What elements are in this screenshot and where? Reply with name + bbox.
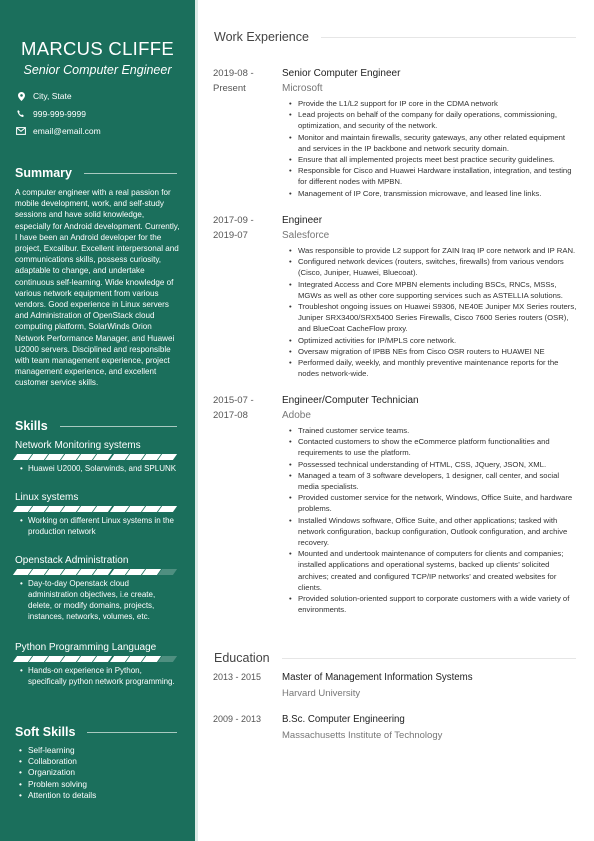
skill-bullets: Day-to-day Openstack cloud administratio… xyxy=(15,578,180,622)
heading-rule xyxy=(320,36,576,38)
education-entry: 2013 - 2015 Master of Management Informa… xyxy=(213,670,578,701)
contact-location: City, State xyxy=(15,91,72,101)
skills-heading: Skills xyxy=(15,419,177,433)
job-dates: 2017-09 - 2019-07 xyxy=(213,215,254,241)
job-bullet: Optimized activities for IP/MPLS core ne… xyxy=(289,335,578,346)
job-role: Senior Computer Engineer xyxy=(282,68,401,79)
job-dates: 2019-08 - Present xyxy=(213,68,254,94)
envelope-icon xyxy=(15,127,27,135)
job-role: Engineer xyxy=(282,215,323,226)
skill-bullet: Day-to-day Openstack cloud administratio… xyxy=(20,578,180,622)
job-bullet: Performed daily, weekly, and monthly pre… xyxy=(289,357,578,379)
skill-segment-filled xyxy=(157,454,177,460)
education-dates: 2013 - 2015 xyxy=(213,672,262,682)
job-bullet: Integrated Access and Core MPBN elements… xyxy=(289,279,578,301)
summary-text: A computer engineer with a real passion … xyxy=(15,188,180,388)
job-bullet: Managed a team of 3 software developers,… xyxy=(289,470,578,492)
job-dates: 2015-07 - 2017-08 xyxy=(213,395,254,421)
skill-segment-empty xyxy=(157,656,177,662)
skill-name: Openstack Administration xyxy=(15,555,129,566)
skill-name: Python Programming Language xyxy=(15,642,157,653)
job-entry: 2019-08 - Present Senior Computer Engine… xyxy=(213,66,578,199)
skill-segment-filled xyxy=(157,506,177,512)
soft-skill-item: Collaboration xyxy=(19,756,96,767)
email-link[interactable]: email@email.com xyxy=(33,126,101,136)
soft-skill-item: Organization xyxy=(19,767,96,778)
contact-phone: 999-999-9999 xyxy=(15,109,86,119)
skill-bullets: Working on different Linux systems in th… xyxy=(15,515,180,537)
job-bullets: Was responsible to provide L2 support fo… xyxy=(282,245,578,379)
job-bullet: Oversaw migration of IPBB NEs from Cisco… xyxy=(289,346,578,357)
location-pin-icon xyxy=(15,91,27,101)
skill-name: Linux systems xyxy=(15,492,79,503)
job-bullet: Contacted customers to show the eCommerc… xyxy=(289,436,578,458)
soft-skills-heading: Soft Skills xyxy=(15,725,177,739)
job-bullet: Provide the L1/L2 support for IP core in… xyxy=(289,98,578,109)
job-bullet: Trained customer service teams. xyxy=(289,425,578,436)
skill-bullets: Huawei U2000, Solarwinds, and SPLUNK xyxy=(15,463,180,474)
heading-rule xyxy=(83,172,177,174)
job-bullet: Monitor and maintain firewalls, security… xyxy=(289,132,578,154)
skill-item: Linux systems Working on different Linux… xyxy=(12,492,180,537)
soft-skill-item: Attention to details xyxy=(19,790,96,801)
soft-skill-item: Self-learning xyxy=(19,745,96,756)
skill-item: Python Programming Language Hands-on exp… xyxy=(12,642,180,687)
job-bullet: Mounted and undertook maintenance of com… xyxy=(289,548,578,593)
job-company: Microsoft xyxy=(282,83,323,94)
job-bullet: Troubleshot ongoing issues on Huawei S93… xyxy=(289,301,578,335)
job-bullet: Installed Windows software, Office Suite… xyxy=(289,515,578,549)
skill-level-bar xyxy=(12,569,180,575)
skill-item: Network Monitoring systems Huawei U2000,… xyxy=(12,440,180,474)
job-company: Salesforce xyxy=(282,230,330,241)
job-bullet: Lead projects on behalf of the company f… xyxy=(289,109,578,131)
job-bullet: Provided solution-oriented support to co… xyxy=(289,593,578,615)
soft-skill-item: Problem solving xyxy=(19,779,96,790)
skill-bullets: Hands-on experience in Python, specifica… xyxy=(15,665,180,687)
job-bullet: Configured network devices (routers, swi… xyxy=(289,256,578,278)
sidebar-edge xyxy=(195,0,198,841)
skill-level-bar xyxy=(12,454,180,460)
education-entry: 2009 - 2013 B.Sc. Computer Engineering M… xyxy=(213,712,578,743)
sidebar: MARCUS CLIFFE Senior Computer Engineer C… xyxy=(0,0,195,841)
candidate-name: MARCUS CLIFFE xyxy=(21,38,174,59)
job-bullet: Possessed technical understanding of HTM… xyxy=(289,459,578,470)
job-bullet: Provided customer service for the networ… xyxy=(289,492,578,514)
job-entry: 2017-09 - 2019-07 Engineer Salesforce Wa… xyxy=(213,213,578,379)
education-degree: B.Sc. Computer Engineering xyxy=(282,714,405,725)
job-role: Engineer/Computer Technician xyxy=(282,395,419,406)
job-bullet: Management of IP Core, transmission micr… xyxy=(289,188,578,199)
skill-level-bar xyxy=(12,656,180,662)
heading-rule xyxy=(281,657,576,659)
summary-heading: Summary xyxy=(15,166,177,180)
education-school: Harvard University xyxy=(282,688,361,699)
skill-name: Network Monitoring systems xyxy=(15,440,141,451)
job-bullet: Was responsible to provide L2 support fo… xyxy=(289,245,578,256)
skill-bullet: Hands-on experience in Python, specifica… xyxy=(20,665,180,687)
work-experience-heading: Work Experience xyxy=(214,30,576,44)
candidate-title: Senior Computer Engineer xyxy=(23,63,172,77)
job-bullet: Ensure that all implemented projects mee… xyxy=(289,154,578,165)
job-bullets: Provide the L1/L2 support for IP core in… xyxy=(282,98,578,199)
skill-bullet: Working on different Linux systems in th… xyxy=(20,515,180,537)
job-bullet: Responsible for Cisco and Huawei Hardwar… xyxy=(289,165,578,187)
location-text: City, State xyxy=(33,91,72,101)
skill-level-bar xyxy=(12,506,180,512)
contact-email[interactable]: email@email.com xyxy=(15,126,101,136)
soft-skills-list: Self-learning Collaboration Organization… xyxy=(19,745,96,801)
skill-item: Openstack Administration Day-to-day Open… xyxy=(12,555,180,622)
job-company: Adobe xyxy=(282,410,311,421)
education-dates: 2009 - 2013 xyxy=(213,714,262,724)
education-degree: Master of Management Information Systems xyxy=(282,672,473,683)
skill-bullet: Huawei U2000, Solarwinds, and SPLUNK xyxy=(20,463,180,474)
education-heading: Education xyxy=(214,651,576,665)
phone-icon xyxy=(15,110,27,118)
phone-text: 999-999-9999 xyxy=(33,109,86,119)
skill-segment-empty xyxy=(157,569,177,575)
heading-rule xyxy=(87,731,177,733)
education-school: Massachusetts Institute of Technology xyxy=(282,730,443,741)
heading-rule xyxy=(59,425,177,427)
job-entry: 2015-07 - 2017-08 Engineer/Computer Tech… xyxy=(213,393,578,615)
job-bullets: Trained customer service teams.Contacted… xyxy=(282,425,578,615)
